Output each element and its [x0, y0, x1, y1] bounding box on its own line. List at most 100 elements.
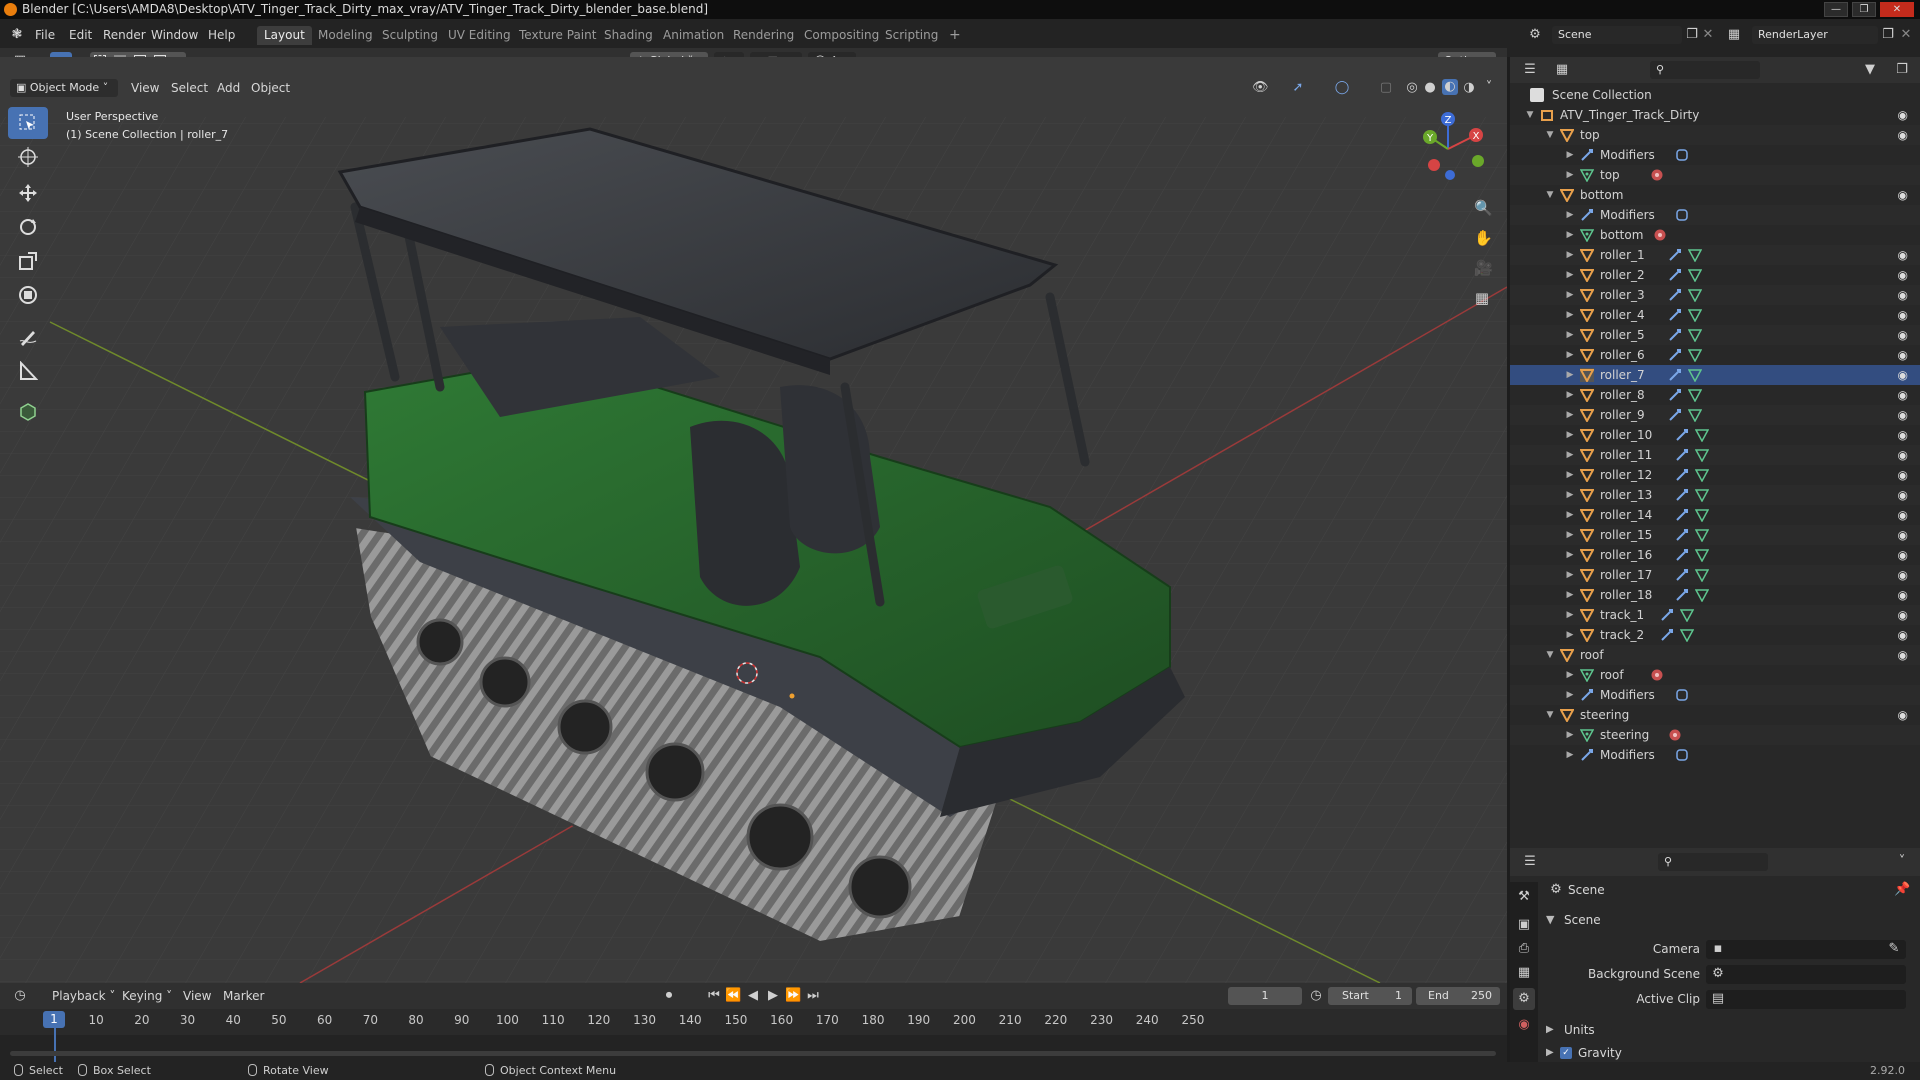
outliner-item-roller-6[interactable]: ▶ roller_6 ◉ — [1510, 345, 1920, 365]
delete-scene-icon[interactable]: ✕ — [1700, 27, 1716, 43]
tab-sculpting[interactable]: Sculpting — [375, 26, 445, 45]
collapse-arrow-icon[interactable]: ▼ — [1544, 705, 1556, 725]
jump-start-icon[interactable]: ⏮ — [706, 988, 722, 1004]
outliner-item-modifiers[interactable]: ▶ Modifiers — [1510, 745, 1920, 765]
visibility-eye-icon[interactable]: ◉ — [1898, 465, 1908, 485]
restore-icon[interactable]: ❐ — [1852, 2, 1876, 17]
viewport-menu-select[interactable]: Select — [171, 79, 208, 97]
playhead[interactable]: 1 — [43, 1011, 65, 1028]
outliner-item-modifiers[interactable]: ▶ Modifiers — [1510, 205, 1920, 225]
outliner-item-roller-11[interactable]: ▶ roller_11 ◉ — [1510, 445, 1920, 465]
visibility-eye-icon[interactable]: ◉ — [1898, 285, 1908, 305]
navigation-gizmo[interactable]: Z X Y — [1408, 109, 1488, 189]
timeline-scrollbar[interactable] — [10, 1051, 1496, 1056]
tab-uv-editing[interactable]: UV Editing — [441, 26, 518, 45]
outliner-item-roller-10[interactable]: ▶ roller_10 ◉ — [1510, 425, 1920, 445]
outliner-item-top[interactable]: ▶ top — [1510, 165, 1920, 185]
expand-arrow-icon[interactable]: ▶ — [1564, 405, 1576, 425]
xray-toggle-icon[interactable]: ▢ — [1378, 80, 1394, 96]
outliner-item-roller-4[interactable]: ▶ roller_4 ◉ — [1510, 305, 1920, 325]
timeline-menu-keying[interactable]: Keying ˅ — [122, 987, 172, 1005]
ortho-grid-icon[interactable]: ▦ — [1474, 290, 1490, 306]
visibility-eye-icon[interactable]: ◉ — [1898, 425, 1908, 445]
blender-menu-icon[interactable]: ❃ — [9, 27, 25, 43]
timeline-menu-view[interactable]: View — [183, 987, 211, 1005]
visibility-eye-icon[interactable]: ◉ — [1898, 125, 1908, 145]
timeline-menu-marker[interactable]: Marker — [223, 987, 264, 1005]
collapse-arrow-icon[interactable]: ▼ — [1544, 645, 1556, 665]
visibility-eye-icon[interactable]: ◉ — [1898, 565, 1908, 585]
outliner-item-roller-18[interactable]: ▶ roller_18 ◉ — [1510, 585, 1920, 605]
timeline-menu-playback[interactable]: Playback ˅ — [52, 987, 115, 1005]
properties-options-icon[interactable]: ˅ — [1894, 854, 1910, 870]
properties-editor-icon[interactable]: ☰ — [1522, 854, 1538, 870]
active-clip-field[interactable]: ▤ — [1706, 990, 1906, 1009]
expand-arrow-icon[interactable]: ▶ — [1564, 445, 1576, 465]
tab-compositing[interactable]: Compositing — [797, 26, 886, 45]
expand-arrow-icon[interactable]: ▶ — [1564, 145, 1576, 165]
outliner-item-roof[interactable]: ▼ roof ◉ — [1510, 645, 1920, 665]
play-icon[interactable]: ▶ — [765, 988, 781, 1004]
expand-arrow-icon[interactable]: ▶ — [1564, 285, 1576, 305]
expand-arrow-icon[interactable]: ▶ — [1564, 245, 1576, 265]
pan-hand-icon[interactable]: ✋ — [1474, 230, 1493, 246]
close-icon[interactable]: ✕ — [1880, 2, 1914, 17]
tab-shading[interactable]: Shading — [597, 26, 660, 45]
visibility-eye-icon[interactable]: ◉ — [1898, 705, 1908, 725]
collapse-arrow-icon[interactable]: ▼ — [1544, 125, 1556, 145]
expand-arrow-icon[interactable]: ▶ — [1564, 505, 1576, 525]
gizmos-toggle-icon[interactable]: ➚ — [1290, 80, 1306, 96]
overlays-toggle-icon[interactable]: ◯ — [1334, 80, 1350, 96]
visibility-filter-icon[interactable]: 👁 — [1252, 80, 1269, 96]
menu-render[interactable]: Render — [99, 25, 150, 45]
expand-arrow-icon[interactable]: ▶ — [1564, 585, 1576, 605]
tool-scale[interactable] — [8, 245, 48, 277]
expand-arrow-icon[interactable]: ▶ — [1564, 545, 1576, 565]
scene-panel-arrow-icon[interactable]: ▼ — [1546, 911, 1554, 929]
viewport-menu-object[interactable]: Object — [251, 79, 290, 97]
outliner-item-track-1[interactable]: ▶ track_1 ◉ — [1510, 605, 1920, 625]
timeline-editor-icon[interactable]: ◷ — [12, 988, 28, 1004]
view-layer-selector[interactable]: RenderLayer — [1752, 26, 1878, 44]
tool-add-cube[interactable] — [8, 395, 48, 427]
material-preview-icon[interactable]: ◐ — [1442, 79, 1458, 95]
viewport-menu-view[interactable]: View — [131, 79, 159, 97]
visibility-eye-icon[interactable]: ◉ — [1898, 585, 1908, 605]
collapse-arrow-icon[interactable]: ▼ — [1524, 105, 1536, 125]
outliner-item-roller-5[interactable]: ▶ roller_5 ◉ — [1510, 325, 1920, 345]
outliner-item-roller-13[interactable]: ▶ roller_13 ◉ — [1510, 485, 1920, 505]
tool-cursor[interactable] — [8, 141, 48, 173]
visibility-eye-icon[interactable]: ◉ — [1898, 605, 1908, 625]
display-mode-icon[interactable]: ▦ — [1554, 62, 1570, 78]
outliner-item-bottom[interactable]: ▶ bottom — [1510, 225, 1920, 245]
timeline-panel[interactable]: ◷ Playback ˅ Keying ˅ View Marker ⏺ ⏮ ⏪ … — [0, 983, 1507, 1062]
preview-range-icon[interactable]: ◷ — [1308, 988, 1324, 1004]
outliner-item-roller-2[interactable]: ▶ roller_2 ◉ — [1510, 265, 1920, 285]
outliner-item-modifiers[interactable]: ▶ Modifiers — [1510, 685, 1920, 705]
outliner-editor-icon[interactable]: ☰ — [1522, 62, 1538, 78]
tool-move[interactable] — [8, 177, 48, 209]
end-frame-field[interactable]: End 250 — [1416, 987, 1500, 1005]
outliner-item-roller-12[interactable]: ▶ roller_12 ◉ — [1510, 465, 1920, 485]
background-scene-field[interactable]: ⚙ — [1706, 965, 1906, 984]
outliner-item-steering[interactable]: ▼ steering ◉ — [1510, 705, 1920, 725]
add-workspace-button[interactable]: + — [942, 26, 968, 45]
view-layer-tab-icon[interactable]: ▦ — [1513, 962, 1535, 984]
expand-arrow-icon[interactable]: ▶ — [1564, 485, 1576, 505]
render-tab-icon[interactable]: ▣ — [1513, 914, 1535, 936]
tool-annotate[interactable] — [8, 321, 48, 353]
expand-arrow-icon[interactable]: ▶ — [1564, 265, 1576, 285]
outliner-search-input[interactable]: ⚲ — [1650, 61, 1760, 79]
viewport-scene[interactable] — [0, 57, 1507, 983]
menu-help[interactable]: Help — [204, 25, 239, 45]
outliner-item-bottom[interactable]: ▼ bottom ◉ — [1510, 185, 1920, 205]
outliner-item-roller-1[interactable]: ▶ roller_1 ◉ — [1510, 245, 1920, 265]
visibility-eye-icon[interactable]: ◉ — [1898, 405, 1908, 425]
eyedropper-icon[interactable]: ✎ — [1886, 941, 1902, 957]
visibility-eye-icon[interactable]: ◉ — [1898, 105, 1908, 125]
tab-scripting[interactable]: Scripting — [878, 26, 945, 45]
visibility-eye-icon[interactable]: ◉ — [1898, 305, 1908, 325]
expand-arrow-icon[interactable]: ▶ — [1564, 345, 1576, 365]
delete-view-layer-icon[interactable]: ✕ — [1898, 27, 1914, 43]
outliner-item-roof[interactable]: ▶ roof — [1510, 665, 1920, 685]
